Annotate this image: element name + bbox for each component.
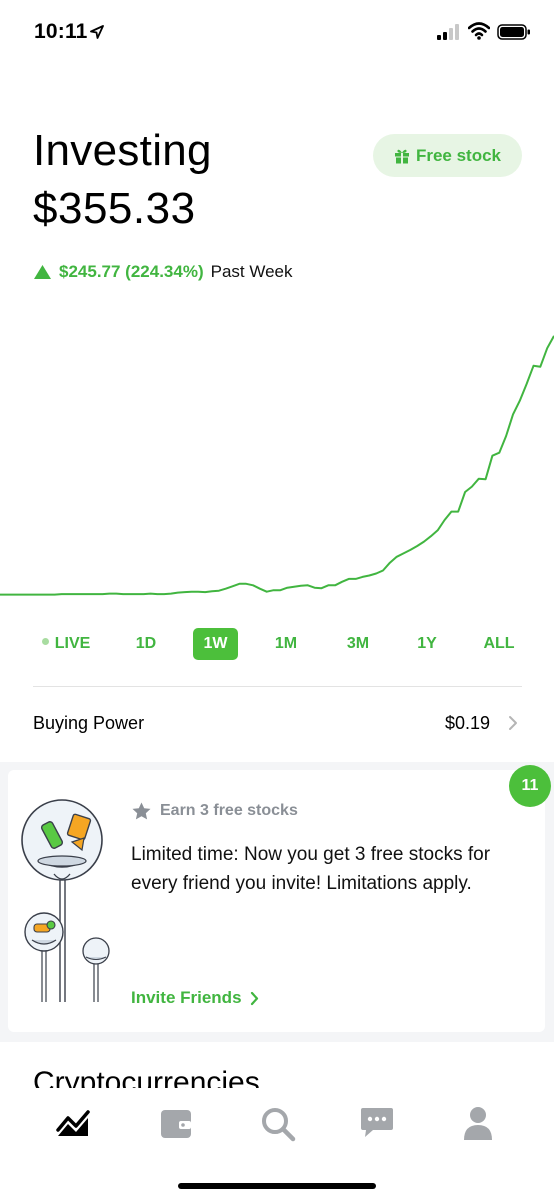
change-amount: $245.77 (224.34%)	[59, 262, 204, 281]
triangle-up-icon	[34, 265, 51, 279]
tab-wallet[interactable]	[159, 1106, 199, 1146]
chevron-right-icon	[250, 991, 258, 1005]
invite-friends-label: Invite Friends	[131, 988, 242, 1007]
home-indicator	[178, 1183, 376, 1189]
range-1y[interactable]: 1Y	[405, 628, 449, 660]
page-title: Investing	[33, 126, 212, 175]
promo-header-label: Earn 3 free stocks	[160, 802, 298, 819]
range-live[interactable]: LIVE	[38, 628, 94, 660]
range-3m[interactable]: 3M	[336, 628, 380, 660]
range-1m[interactable]: 1M	[264, 628, 308, 660]
referral-illustration-icon	[21, 799, 110, 1002]
chart-icon	[56, 1110, 90, 1136]
live-dot-icon	[41, 638, 49, 646]
range-1w[interactable]: 1W	[193, 628, 238, 660]
range-1d[interactable]: 1D	[124, 628, 168, 660]
promo-body: Limited time: Now you get 3 free stocks …	[131, 844, 491, 894]
change-row: $245.77 (224.34%) Past Week	[34, 262, 293, 282]
tab-portfolio[interactable]	[56, 1106, 96, 1146]
chevron-right-icon	[509, 716, 517, 730]
star-icon	[132, 802, 151, 820]
tab-search[interactable]	[260, 1106, 300, 1146]
portfolio-chart[interactable]	[0, 330, 554, 600]
gift-icon	[394, 149, 409, 164]
free-stock-label: Free stock	[415, 145, 502, 165]
status-time: 10:11	[34, 20, 88, 43]
section-title-crypto: Cryptocurrencies	[33, 1066, 260, 1088]
search-icon	[262, 1108, 296, 1142]
tab-account[interactable]	[462, 1106, 502, 1146]
battery-icon	[497, 24, 530, 40]
free-stock-button[interactable]: Free stock	[373, 134, 522, 177]
invite-friends-link[interactable]: Invite Friends	[131, 988, 259, 1008]
location-arrow-icon	[90, 25, 104, 39]
range-all[interactable]: ALL	[476, 628, 522, 660]
notification-badge[interactable]: 11	[509, 765, 551, 807]
wifi-icon	[468, 22, 490, 40]
buying-power-row[interactable]: Buying Power $0.19	[0, 700, 554, 750]
profile-icon	[464, 1107, 492, 1140]
signal-icon	[437, 24, 459, 40]
promo-header: Earn 3 free stocks	[132, 802, 298, 820]
status-bar: 10:11	[0, 0, 554, 66]
change-period: Past Week	[210, 262, 293, 281]
buying-power-value: $0.19	[444, 713, 490, 733]
buying-power-label: Buying Power	[33, 713, 145, 733]
range-selector: LIVE 1D 1W 1M 3M 1Y ALL	[0, 628, 554, 660]
portfolio-balance: $355.33	[33, 184, 196, 233]
divider	[33, 686, 522, 687]
tab-messages[interactable]	[359, 1106, 399, 1146]
chart-line-series	[0, 335, 554, 596]
wallet-icon	[161, 1110, 191, 1138]
messages-icon	[361, 1108, 393, 1137]
